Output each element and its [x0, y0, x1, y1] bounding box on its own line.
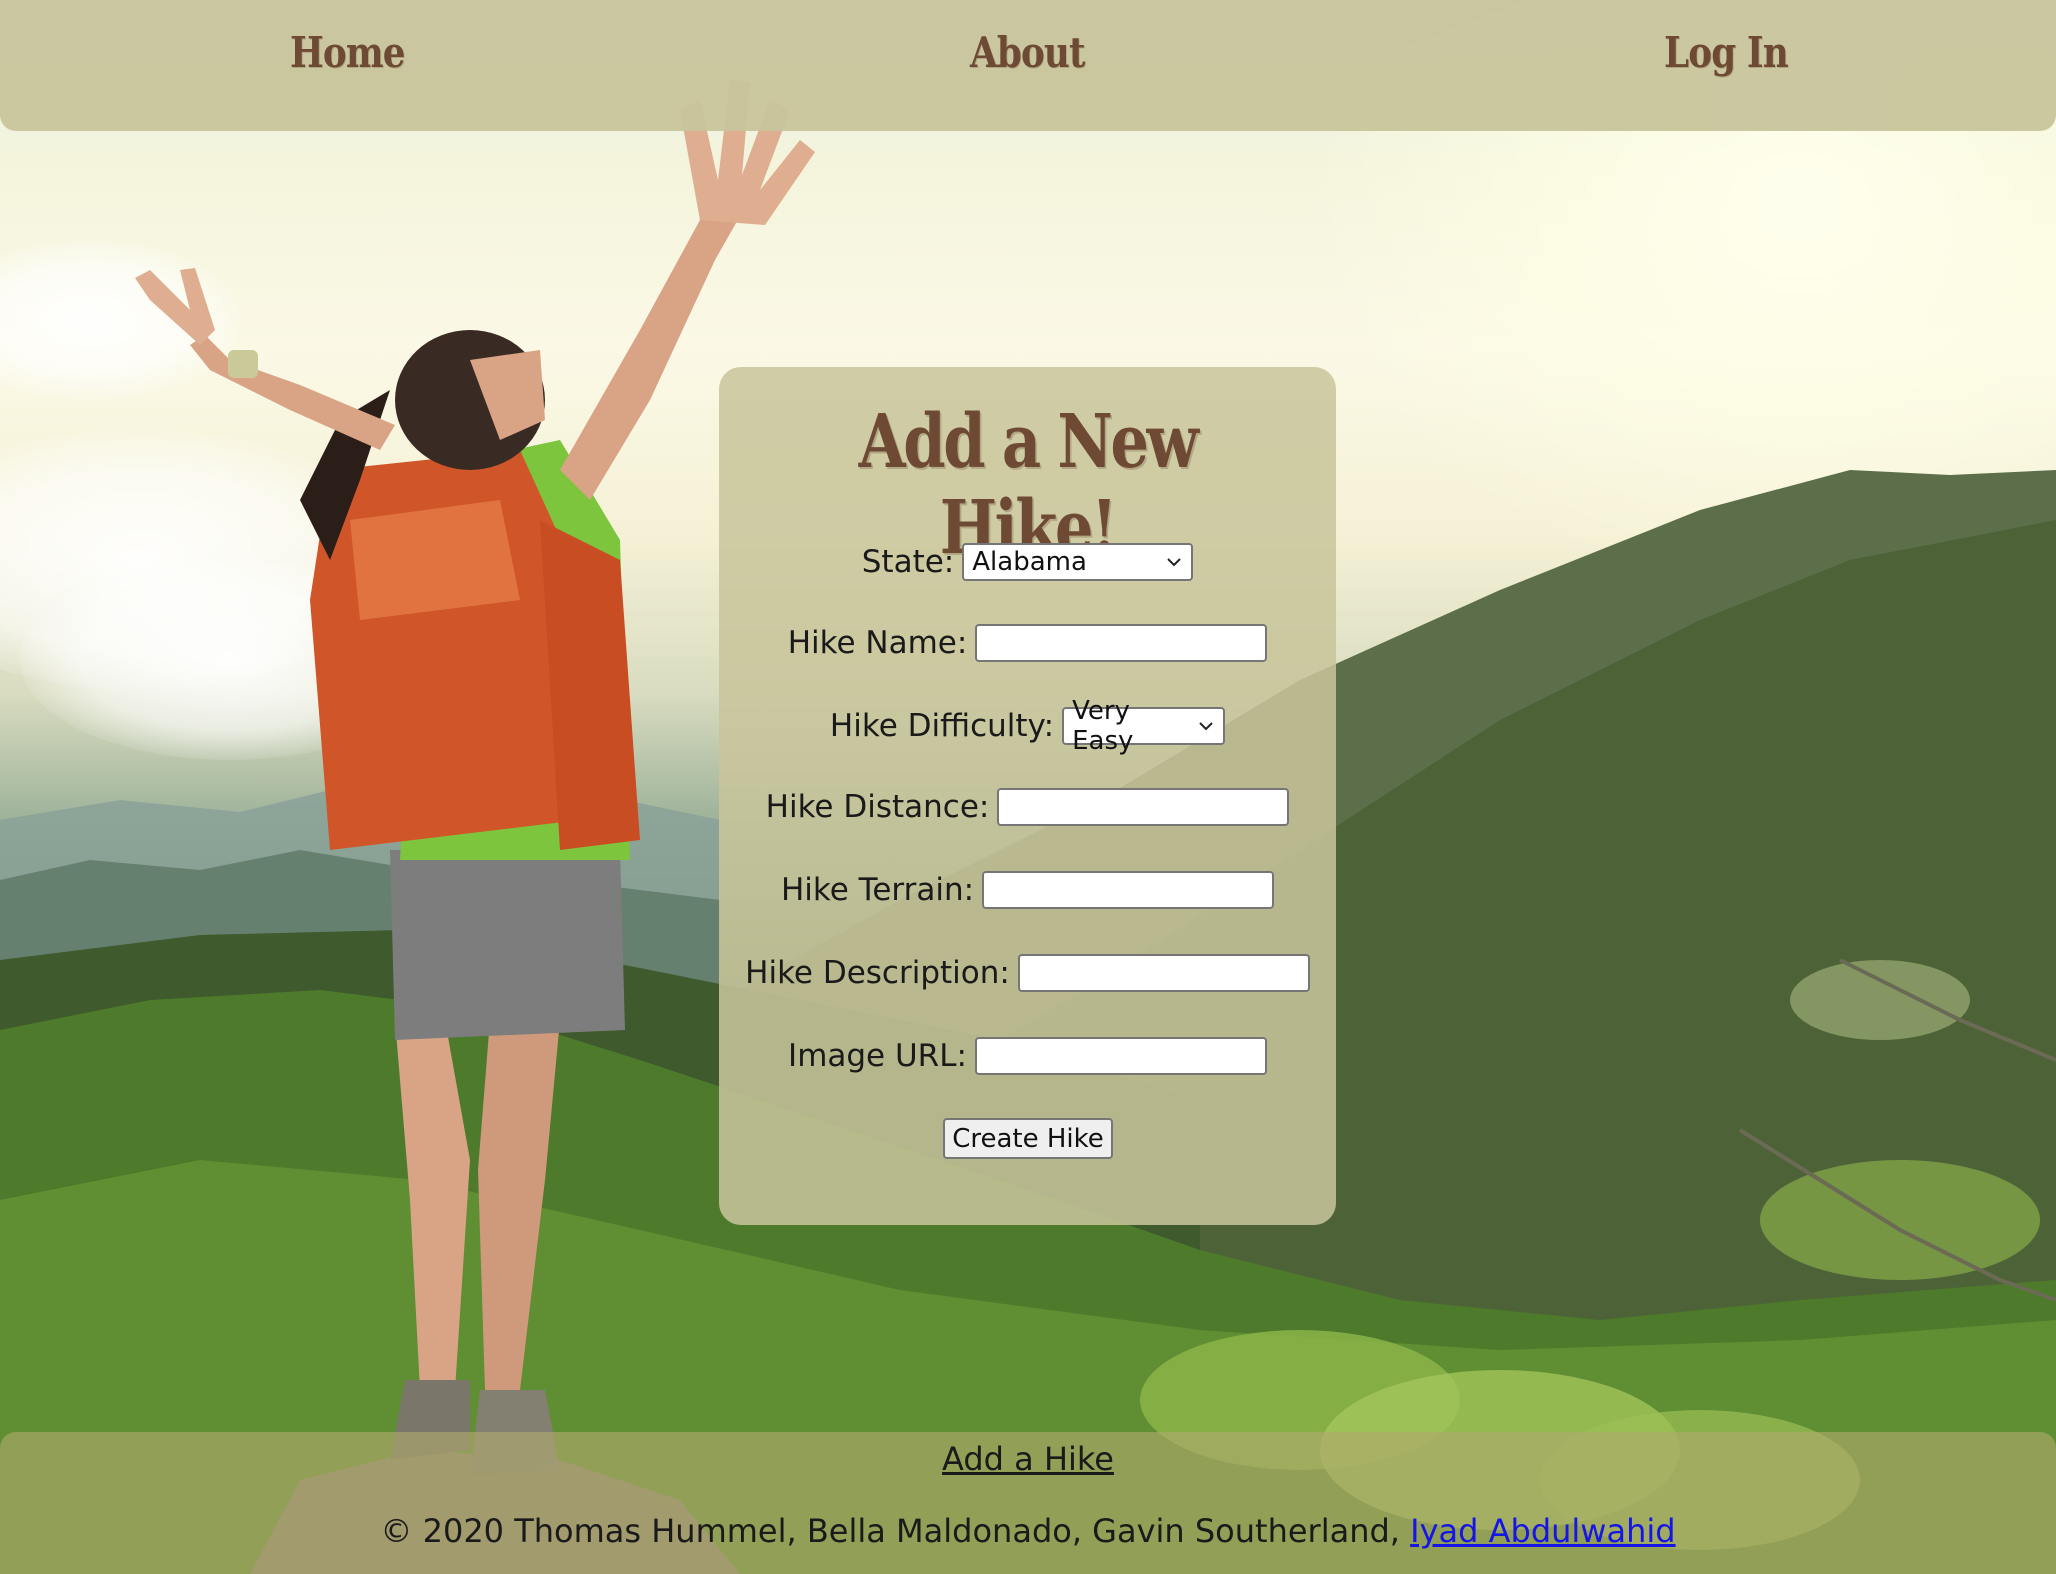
- image-url-row: Image URL:: [719, 1034, 1336, 1078]
- nav-login-link[interactable]: Log In: [1664, 28, 1789, 77]
- hike-name-label: Hike Name:: [787, 625, 968, 661]
- difficulty-row: Hike Difficulty: Very Easy: [719, 696, 1336, 756]
- hike-distance-input[interactable]: [997, 788, 1290, 826]
- hike-description-input[interactable]: [1017, 954, 1310, 992]
- state-select[interactable]: Alabama: [962, 543, 1194, 581]
- add-hike-link-row: Add a Hike: [0, 1440, 2056, 1478]
- nav-about-link[interactable]: About: [970, 28, 1086, 77]
- chevron-down-icon: [1167, 558, 1181, 567]
- hike-name-input[interactable]: [975, 624, 1268, 662]
- top-navbar: Home About Log In: [0, 0, 2056, 131]
- create-hike-button[interactable]: Create Hike: [943, 1118, 1113, 1159]
- difficulty-selected-value: Very Easy: [1072, 696, 1134, 756]
- terrain-row: Hike Terrain:: [719, 868, 1336, 912]
- image-url-label: Image URL:: [788, 1038, 967, 1074]
- state-label: State:: [861, 544, 955, 580]
- page-footer: Add a Hike © 2020 Thomas Hummel, Bella M…: [0, 1432, 2056, 1574]
- copyright-text: © 2020 Thomas Hummel, Bella Maldonado, G…: [0, 1512, 2056, 1550]
- nav-home-link[interactable]: Home: [290, 28, 405, 77]
- copyright-names: © 2020 Thomas Hummel, Bella Maldonado, G…: [380, 1512, 1411, 1550]
- state-row: State: Alabama: [719, 540, 1336, 584]
- terrain-label: Hike Terrain:: [780, 872, 975, 908]
- image-url-input[interactable]: [974, 1037, 1267, 1075]
- state-selected-value: Alabama: [972, 547, 1087, 577]
- hike-name-row: Hike Name:: [719, 621, 1336, 665]
- description-row: Hike Description:: [719, 951, 1336, 995]
- add-hike-form-card: Add a New Hike! State: Alabama Hike Name…: [719, 367, 1336, 1225]
- distance-label: Hike Distance:: [765, 789, 990, 825]
- difficulty-label: Hike Difficulty:: [829, 708, 1055, 744]
- distance-row: Hike Distance:: [719, 785, 1336, 829]
- hike-terrain-input[interactable]: [982, 871, 1275, 909]
- description-label: Hike Description:: [745, 955, 1010, 991]
- add-hike-link[interactable]: Add a Hike: [942, 1440, 1114, 1478]
- chevron-down-icon: [1199, 722, 1213, 731]
- difficulty-select[interactable]: Very Easy: [1062, 696, 1226, 756]
- author-link[interactable]: Iyad Abdulwahid: [1410, 1512, 1675, 1550]
